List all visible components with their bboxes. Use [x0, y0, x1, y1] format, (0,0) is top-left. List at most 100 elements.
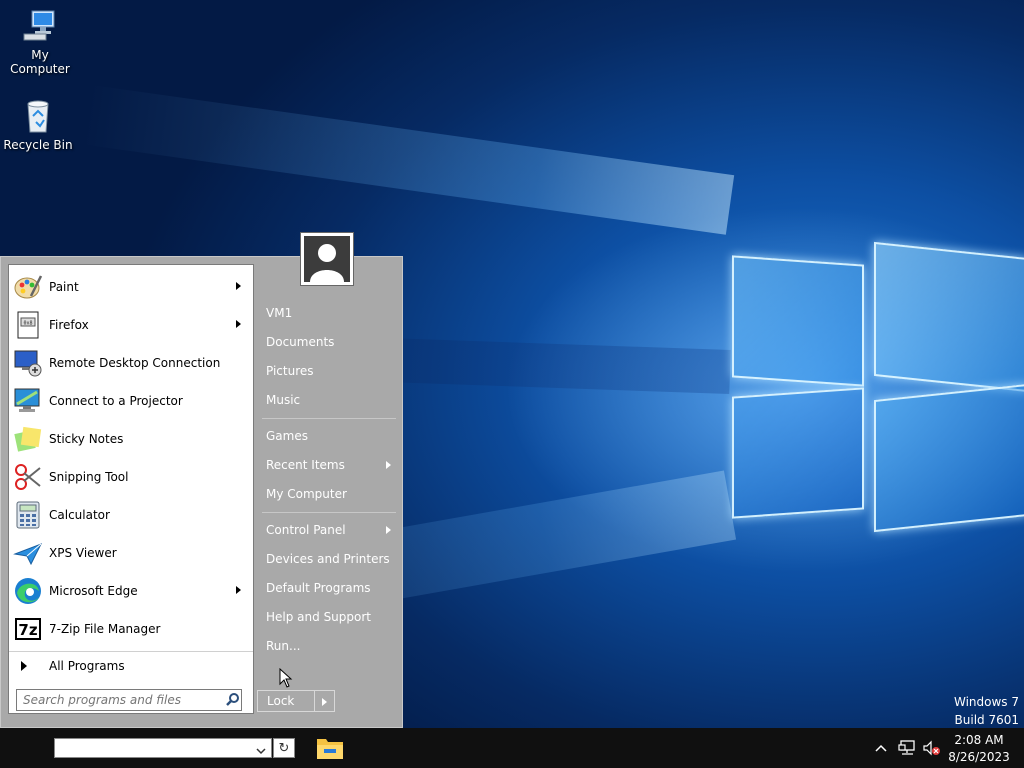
start-right-item-run[interactable]: Run...	[257, 633, 397, 659]
submenu-arrow-icon	[236, 282, 241, 290]
taskbar-address-bar[interactable]	[54, 738, 272, 760]
program-label: Calculator	[49, 508, 110, 522]
program-label: Sticky Notes	[49, 432, 124, 446]
start-program-paint[interactable]: Paint	[13, 269, 249, 305]
refresh-button[interactable]: ↻	[273, 738, 295, 758]
refresh-icon: ↻	[278, 740, 290, 756]
windows-logo-pane	[732, 255, 864, 387]
sticky-notes-icon	[13, 424, 43, 454]
program-label: Snipping Tool	[49, 470, 129, 484]
all-programs-button[interactable]: All Programs	[9, 651, 253, 680]
taskbar-clock[interactable]: 2:08 AM 8/26/2023	[946, 732, 1012, 766]
projector-icon	[13, 386, 43, 416]
desktop-icon-label: My Computer	[10, 48, 70, 76]
desktop-icon-recycle-bin[interactable]: Recycle Bin	[0, 98, 78, 152]
windows-logo-pane	[732, 387, 864, 519]
shutdown-options-arrow[interactable]	[315, 690, 335, 712]
all-programs-arrow-icon	[21, 661, 27, 671]
start-right-item-pictures[interactable]: Pictures	[257, 358, 397, 384]
lock-button[interactable]: Lock	[257, 690, 315, 712]
right-item-label: Recent Items	[266, 458, 345, 472]
calculator-icon	[13, 500, 43, 530]
chevron-down-icon[interactable]	[255, 742, 267, 755]
light-beam	[82, 84, 735, 235]
submenu-arrow-icon	[386, 526, 391, 534]
lock-label: Lock	[267, 694, 295, 708]
submenu-arrow-icon	[386, 461, 391, 469]
start-right-item-vm1[interactable]: VM1	[257, 300, 397, 326]
computer-icon	[22, 8, 58, 44]
clock-time: 2:08 AM	[954, 733, 1004, 747]
program-label: Connect to a Projector	[49, 394, 183, 408]
start-program-sticky-notes[interactable]: Sticky Notes	[13, 421, 249, 457]
program-label: Remote Desktop Connection	[49, 356, 221, 370]
right-item-label: Pictures	[266, 364, 314, 378]
start-right-item-devices-printers[interactable]: Devices and Printers	[257, 546, 397, 572]
recycle-bin-icon	[20, 98, 56, 134]
desktop-icon-label: Recycle Bin	[3, 138, 73, 152]
right-item-label: VM1	[266, 306, 293, 320]
start-right-item-documents[interactable]: Documents	[257, 329, 397, 355]
remote-desktop-icon	[13, 348, 43, 378]
start-program-7zip[interactable]: 7z 7-Zip File Manager	[13, 611, 249, 647]
start-right-item-games[interactable]: Games	[257, 423, 397, 449]
start-menu-programs-pane: Paint 0x8 Firefox Remote Desktop Connect…	[8, 264, 254, 714]
right-item-label: My Computer	[266, 487, 347, 501]
start-program-microsoft-edge[interactable]: Microsoft Edge	[13, 573, 249, 609]
start-right-item-my-computer[interactable]: My Computer	[257, 481, 397, 507]
start-right-item-help-support[interactable]: Help and Support	[257, 604, 397, 630]
paint-icon	[13, 272, 43, 302]
start-right-item-recent-items[interactable]: Recent Items	[257, 452, 397, 478]
program-label: Microsoft Edge	[49, 584, 138, 598]
all-programs-label: All Programs	[49, 659, 125, 673]
svg-text:0x8: 0x8	[23, 321, 32, 327]
folder-icon	[317, 739, 343, 759]
clock-date: 8/26/2023	[948, 750, 1010, 764]
right-item-label: Control Panel	[266, 523, 346, 537]
submenu-arrow-icon	[236, 586, 241, 594]
taskbar-file-explorer-button[interactable]	[312, 732, 348, 764]
start-program-firefox[interactable]: 0x8 Firefox	[13, 307, 249, 343]
start-right-item-default-programs[interactable]: Default Programs	[257, 575, 397, 601]
search-icon[interactable]	[225, 692, 241, 708]
search-input[interactable]	[21, 692, 221, 708]
start-program-calculator[interactable]: Calculator	[13, 497, 249, 533]
start-program-connect-projector[interactable]: Connect to a Projector	[13, 383, 249, 419]
network-icon[interactable]	[898, 739, 918, 757]
firefox-icon: 0x8	[13, 310, 43, 340]
program-label: Firefox	[49, 318, 89, 332]
right-item-label: Run...	[266, 639, 301, 653]
taskbar: ↻ 2:08 AM 8/26/2023	[0, 728, 1024, 768]
xps-viewer-icon	[13, 538, 43, 568]
start-program-remote-desktop[interactable]: Remote Desktop Connection	[13, 345, 249, 381]
watermark-line: Build 7601	[954, 713, 1019, 727]
user-account-picture[interactable]	[300, 232, 354, 286]
program-label: XPS Viewer	[49, 546, 117, 560]
start-program-xps-viewer[interactable]: XPS Viewer	[13, 535, 249, 571]
start-right-item-control-panel[interactable]: Control Panel	[257, 517, 397, 543]
show-hidden-icons-chevron-icon[interactable]	[873, 740, 889, 756]
desktop-icon-my-computer[interactable]: My Computer	[0, 8, 80, 76]
windows-logo-pane	[874, 241, 1024, 393]
watermark-line: Windows 7	[953, 695, 1019, 709]
submenu-arrow-icon	[236, 320, 241, 328]
start-search-box[interactable]	[16, 689, 242, 711]
edge-icon	[13, 576, 43, 606]
start-menu: Paint 0x8 Firefox Remote Desktop Connect…	[0, 232, 403, 728]
start-right-item-music[interactable]: Music	[257, 387, 397, 413]
address-input[interactable]	[57, 742, 251, 760]
right-item-label: Music	[266, 393, 301, 407]
right-item-label: Devices and Printers	[266, 552, 390, 566]
mouse-cursor-icon	[279, 667, 293, 688]
menu-separator	[262, 418, 396, 419]
user-avatar-icon	[304, 236, 350, 282]
svg-text:7z: 7z	[18, 621, 37, 639]
scissors-icon	[13, 462, 43, 492]
right-item-label: Documents	[266, 335, 335, 349]
program-label: 7-Zip File Manager	[49, 622, 161, 636]
windows-build-watermark: Windows 7 Build 7601	[954, 693, 1019, 728]
windows-logo-pane	[874, 383, 1024, 533]
start-program-snipping-tool[interactable]: Snipping Tool	[13, 459, 249, 495]
volume-muted-icon[interactable]	[922, 739, 942, 757]
program-label: Paint	[49, 280, 79, 294]
